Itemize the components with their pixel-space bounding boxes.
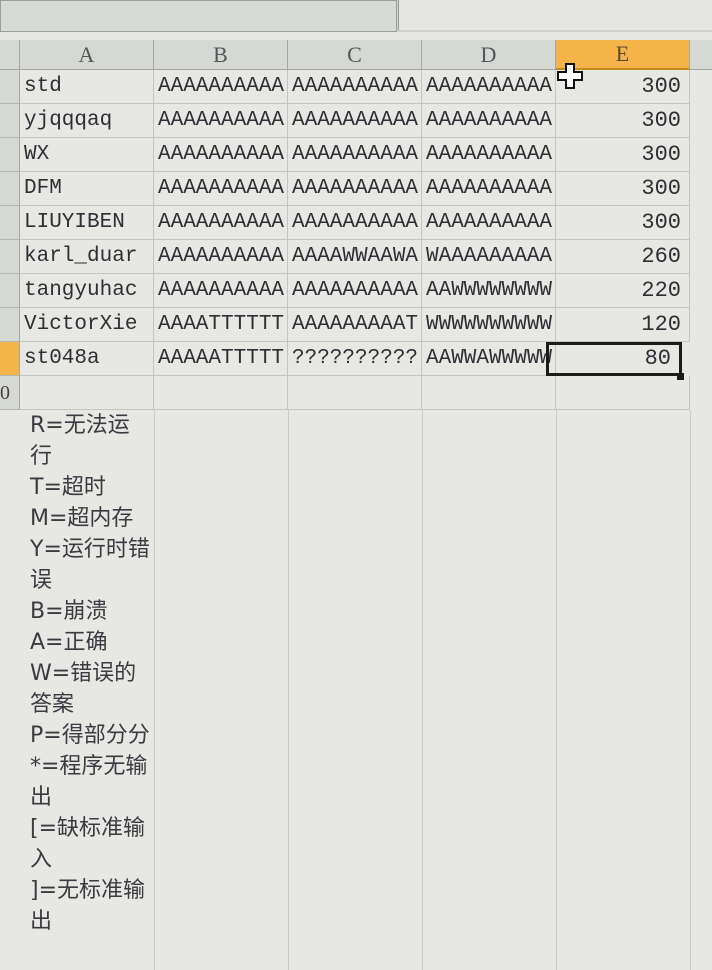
cell-b1[interactable]: AAAAAAAAAA — [154, 70, 288, 104]
legend-item: T=超时 — [30, 475, 106, 500]
cell-b6[interactable]: AAAAAAAAAA — [154, 240, 288, 274]
cell-b9[interactable]: AAAAATTTTT — [154, 342, 288, 376]
cell-b10[interactable] — [154, 376, 288, 410]
cell-a4[interactable]: DFM — [20, 172, 154, 206]
cell-c10[interactable] — [288, 376, 422, 410]
row-header[interactable] — [0, 240, 20, 274]
column-header-a[interactable]: A — [20, 40, 154, 70]
legend-item: *=程序无输出 — [30, 754, 148, 810]
row-header[interactable] — [0, 104, 20, 138]
cell-d5[interactable]: AAAAAAAAAA — [422, 206, 556, 240]
cell-e6[interactable]: 260 — [556, 240, 690, 274]
legend-item: [=缺标准输入 — [30, 816, 146, 872]
cell-d7[interactable]: AAWWWWWWWW — [422, 274, 556, 308]
select-all-corner[interactable] — [0, 40, 20, 70]
row-header[interactable] — [0, 138, 20, 172]
cell-b4[interactable]: AAAAAAAAAA — [154, 172, 288, 206]
cell-d1[interactable]: AAAAAAAAAA — [422, 70, 556, 104]
cell-a7[interactable]: tangyuhac — [20, 274, 154, 308]
legend-item: A=正确 — [30, 630, 108, 655]
cell-a6[interactable]: karl_duar — [20, 240, 154, 274]
legend-item: ]=无标准输出 — [30, 878, 146, 934]
cell-a2[interactable]: yjqqqaq — [20, 104, 154, 138]
gridline — [422, 410, 423, 970]
cell-c3[interactable]: AAAAAAAAAA — [288, 138, 422, 172]
legend-item: W=错误的答案 — [30, 661, 137, 717]
cell-d8[interactable]: WWWWWWWWWW — [422, 308, 556, 342]
cell-d6[interactable]: WAAAAAAAAA — [422, 240, 556, 274]
cell-b7[interactable]: AAAAAAAAAA — [154, 274, 288, 308]
cell-c4[interactable]: AAAAAAAAAA — [288, 172, 422, 206]
legend-item: M=超内存 — [30, 506, 134, 531]
cell-d9[interactable]: AAWWAWWWWW — [422, 342, 556, 376]
row-header[interactable] — [0, 70, 20, 104]
cell-c5[interactable]: AAAAAAAAAA — [288, 206, 422, 240]
cell-a1[interactable]: std — [20, 70, 154, 104]
legend-item: P=得部分分 — [30, 723, 150, 748]
row-header[interactable] — [0, 172, 20, 206]
active-cell-e9[interactable]: 80 — [546, 342, 682, 376]
row-header[interactable] — [0, 206, 20, 240]
cell-a10[interactable] — [20, 376, 154, 410]
formula-bar-area — [0, 0, 712, 32]
status-legend: R=无法运行 T=超时 M=超内存 Y=运行时错误 B=崩溃 A=正确 W=错误… — [30, 410, 150, 937]
gridline — [690, 410, 691, 970]
cell-c7[interactable]: AAAAAAAAAA — [288, 274, 422, 308]
row-header[interactable] — [0, 274, 20, 308]
legend-item: Y=运行时错误 — [30, 537, 150, 593]
cell-c2[interactable]: AAAAAAAAAA — [288, 104, 422, 138]
cell-a5[interactable]: LIUYIBEN — [20, 206, 154, 240]
cell-b5[interactable]: AAAAAAAAAA — [154, 206, 288, 240]
cell-select-cursor-icon — [557, 63, 583, 89]
cell-d10[interactable] — [422, 376, 556, 410]
cell-b3[interactable]: AAAAAAAAAA — [154, 138, 288, 172]
cell-a9[interactable]: st048a — [20, 342, 154, 376]
gridline — [288, 410, 289, 970]
gridline — [154, 410, 155, 970]
cell-e2[interactable]: 300 — [556, 104, 690, 138]
column-header-f[interactable] — [690, 40, 712, 70]
cell-c8[interactable]: AAAAAAAAAT — [288, 308, 422, 342]
cell-e7[interactable]: 220 — [556, 274, 690, 308]
legend-item: B=崩溃 — [30, 599, 108, 624]
cell-b8[interactable]: AAAATTTTTT — [154, 308, 288, 342]
gridline — [556, 410, 557, 970]
cell-e3[interactable]: 300 — [556, 138, 690, 172]
cell-c1[interactable]: AAAAAAAAAA — [288, 70, 422, 104]
cell-d3[interactable]: AAAAAAAAAA — [422, 138, 556, 172]
cell-d4[interactable]: AAAAAAAAAA — [422, 172, 556, 206]
cell-e4[interactable]: 300 — [556, 172, 690, 206]
column-header-d[interactable]: D — [422, 40, 556, 70]
cell-a8[interactable]: VictorXie — [20, 308, 154, 342]
cell-e8[interactable]: 120 — [556, 308, 690, 342]
column-header-b[interactable]: B — [154, 40, 288, 70]
cell-b2[interactable]: AAAAAAAAAA — [154, 104, 288, 138]
cell-e10[interactable] — [556, 376, 690, 410]
row-header[interactable] — [0, 308, 20, 342]
cell-c6[interactable]: AAAAWWAAWA — [288, 240, 422, 274]
row-header[interactable] — [0, 342, 20, 376]
legend-item: R=无法运行 — [30, 413, 130, 469]
row-number-10: 0 — [0, 382, 10, 404]
cell-d2[interactable]: AAAAAAAAAA — [422, 104, 556, 138]
cell-c9[interactable]: ?????????? — [288, 342, 422, 376]
column-header-c[interactable]: C — [288, 40, 422, 70]
name-box[interactable] — [0, 0, 397, 32]
cell-a3[interactable]: WX — [20, 138, 154, 172]
cell-e5[interactable]: 300 — [556, 206, 690, 240]
formula-input[interactable] — [398, 0, 712, 30]
